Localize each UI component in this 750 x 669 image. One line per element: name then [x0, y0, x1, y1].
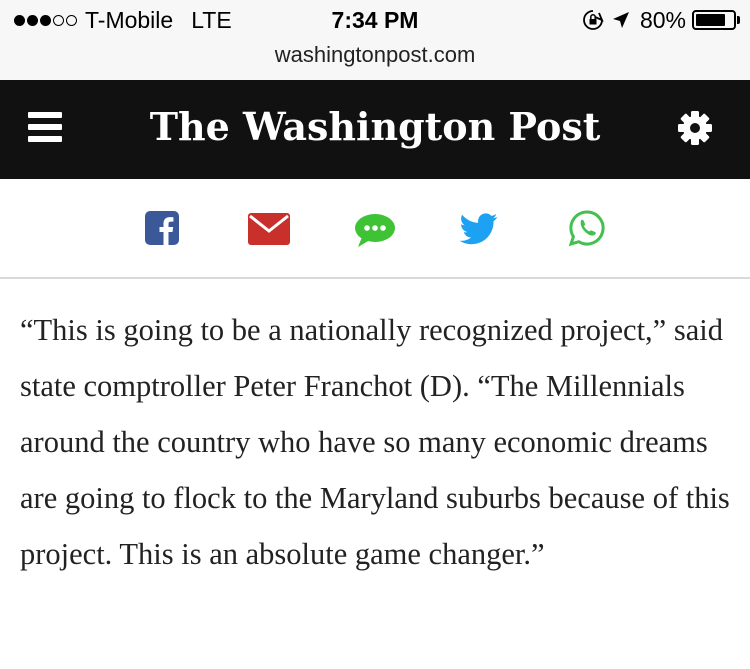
- address-bar-url[interactable]: washingtonpost.com: [0, 40, 750, 70]
- status-right: 80%: [582, 5, 740, 35]
- article-paragraph: “This is going to be a nationally recogn…: [20, 313, 730, 571]
- message-bubble-icon[interactable]: [354, 213, 396, 249]
- battery-percentage: 80%: [639, 6, 686, 33]
- battery-body: [692, 10, 736, 30]
- status-bar: T-Mobile LTE 7:34 PM 80% washingtonpost.…: [0, 0, 750, 80]
- envelope-icon[interactable]: [248, 213, 290, 245]
- facebook-icon[interactable]: [145, 211, 179, 245]
- orientation-lock-icon: [583, 10, 604, 30]
- location-arrow-icon: [612, 12, 629, 28]
- share-bar: [0, 179, 750, 279]
- gear-icon[interactable]: [676, 109, 714, 147]
- battery-fill: [696, 14, 725, 26]
- twitter-bird-icon[interactable]: [460, 213, 498, 245]
- site-logo[interactable]: The Washington Post: [0, 102, 750, 152]
- battery-nub: [737, 16, 740, 24]
- whatsapp-icon[interactable]: [568, 209, 606, 247]
- battery-icon: [692, 10, 740, 30]
- masthead: The Washington Post: [0, 80, 750, 179]
